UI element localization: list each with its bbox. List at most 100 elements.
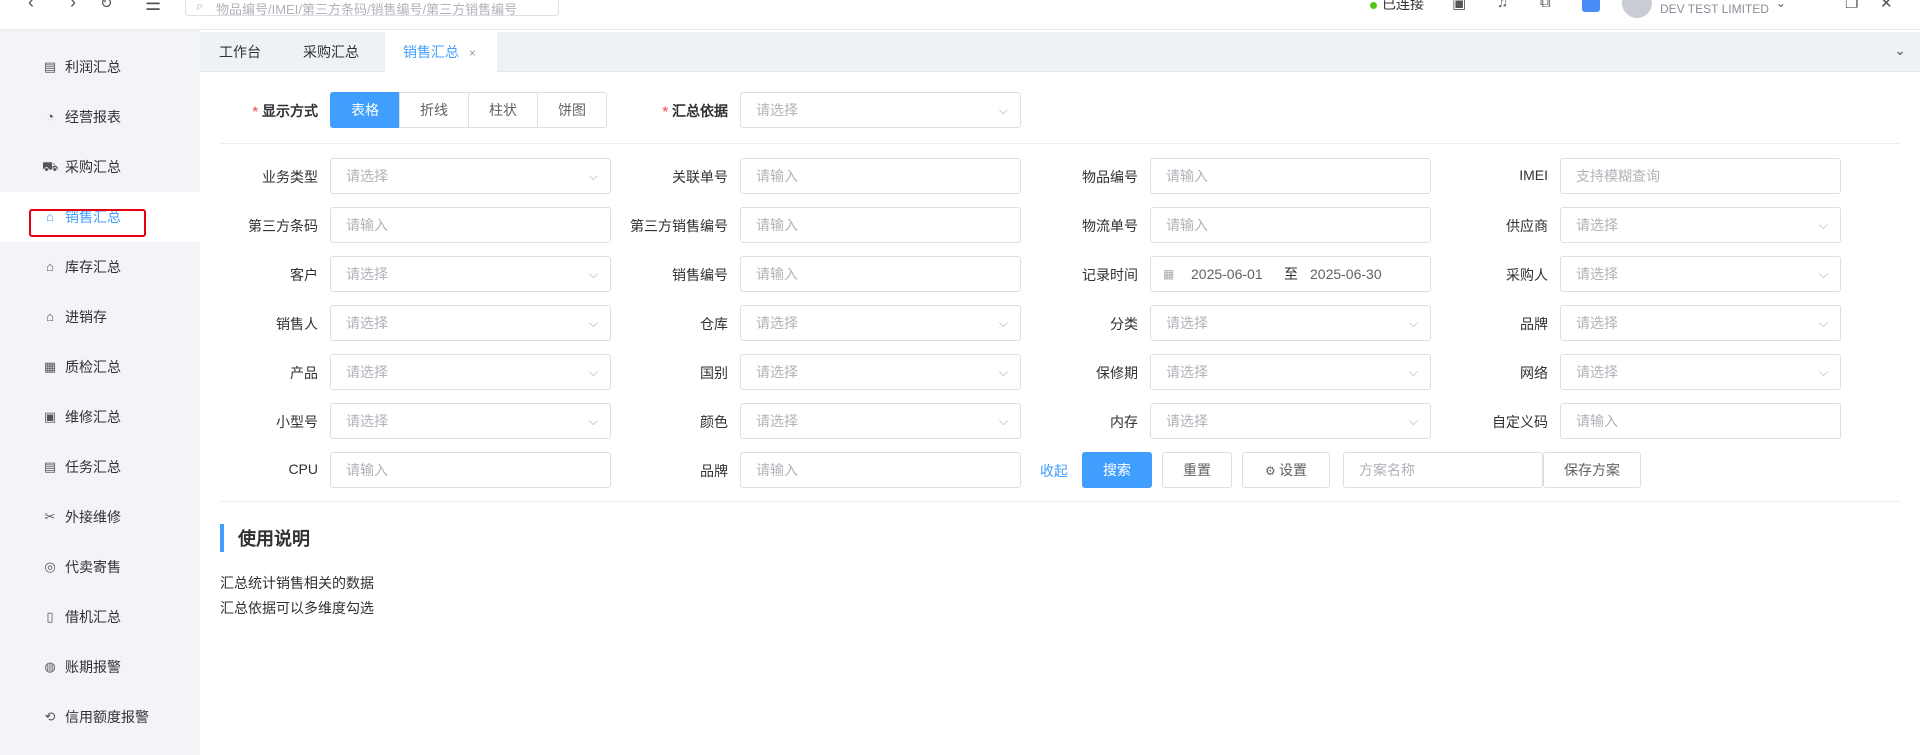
placeholder: 请选择: [346, 364, 388, 380]
filter-label: IMEI: [1519, 167, 1548, 183]
report-icon: ▤: [43, 59, 57, 74]
status-dot: [1370, 1, 1377, 9]
sidebar-item[interactable]: ▦ 质检汇总: [0, 342, 200, 392]
scheme-name-input[interactable]: 方案名称: [1343, 452, 1543, 488]
filter-input[interactable]: 请输入: [740, 256, 1021, 292]
sidebar-item[interactable]: ◔ 经营报表: [0, 92, 200, 142]
filter-label: 自定义码: [1492, 414, 1548, 430]
chevron-down-icon: ⌵: [1818, 218, 1828, 232]
sidebar-item[interactable]: ⛟ 采购汇总: [0, 142, 200, 192]
refresh-icon[interactable]: ↻: [100, 0, 113, 12]
filter-select[interactable]: 请选择 ⌵: [1150, 403, 1431, 439]
placeholder: 请输入: [1576, 413, 1618, 429]
filter-select[interactable]: 请选择 ⌵: [740, 403, 1021, 439]
filter-input[interactable]: 请输入: [740, 158, 1021, 194]
maximize-icon[interactable]: ❐: [1845, 0, 1858, 12]
cpu-input[interactable]: 请输入: [330, 452, 611, 488]
filter-select[interactable]: 请选择 ⌵: [1560, 354, 1841, 390]
reset-button[interactable]: 重置: [1162, 452, 1232, 488]
display-bar-button[interactable]: 柱状: [468, 92, 538, 128]
filter-select[interactable]: 请选择 ⌵: [330, 403, 611, 439]
sidebar-item[interactable]: ◍ 账期报警: [0, 642, 200, 692]
collapse-link[interactable]: 收起: [1040, 461, 1068, 481]
filter-input[interactable]: 支持模糊查询: [1560, 158, 1841, 194]
forward-icon[interactable]: ›: [70, 0, 76, 13]
tab-workbench[interactable]: 工作台: [201, 32, 279, 72]
chevron-down-icon: ⌵: [1818, 267, 1828, 281]
sidebar-item[interactable]: ◎ 代卖寄售: [0, 542, 200, 592]
close-icon[interactable]: ✕: [1880, 0, 1893, 12]
sidebar-item[interactable]: ✂ 外接维修: [0, 492, 200, 542]
sidebar-item-label: 采购汇总: [65, 159, 121, 175]
minimize-icon[interactable]: —: [1810, 0, 1825, 7]
filter-label: 产品: [290, 365, 318, 381]
tabs-chevron-down-icon[interactable]: ⌄: [1894, 42, 1906, 59]
sidebar-item[interactable]: ▤ 利润汇总: [0, 42, 200, 92]
filter-input[interactable]: 请输入: [1150, 158, 1431, 194]
copy-icon[interactable]: ⧉: [1540, 0, 1551, 11]
calendar-icon: ▦: [1163, 267, 1175, 281]
app-badge-icon[interactable]: [1582, 0, 1600, 12]
placeholder: 请输入: [756, 168, 798, 184]
placeholder: 支持模糊查询: [1576, 168, 1660, 184]
filter-input[interactable]: 请输入: [740, 207, 1021, 243]
filter-select[interactable]: 请选择 ⌵: [740, 305, 1021, 341]
display-line-button[interactable]: 折线: [399, 92, 469, 128]
filter-label: 关联单号: [672, 169, 728, 185]
filter-input[interactable]: 请输入: [1560, 403, 1841, 439]
menu-icon[interactable]: ☰: [145, 0, 161, 15]
filter-select[interactable]: 请选择 ⌵: [1150, 354, 1431, 390]
chevron-down-icon: ⌵: [588, 414, 598, 428]
filter-label: 国别: [700, 365, 728, 381]
filter-input[interactable]: 请输入: [330, 207, 611, 243]
filter-select[interactable]: 请选择 ⌵: [1560, 256, 1841, 292]
summary-basis-select[interactable]: 请选择 ⌵: [740, 92, 1021, 128]
placeholder: 请选择: [756, 364, 798, 380]
settings-button[interactable]: ⚙ 设置: [1242, 452, 1330, 488]
filter-input[interactable]: 请输入: [1150, 207, 1431, 243]
brand-text-input[interactable]: 请输入: [740, 452, 1021, 488]
credit-icon: ⟲: [44, 709, 56, 724]
filter-select[interactable]: 请选择 ⌵: [330, 158, 611, 194]
search-button[interactable]: 搜索: [1082, 452, 1152, 488]
connection-status: 已连接: [1370, 0, 1424, 14]
home-icon: ⌂: [46, 259, 54, 274]
display-pie-button[interactable]: 饼图: [537, 92, 607, 128]
chevron-down-icon[interactable]: ⌄: [1776, 0, 1786, 10]
filter-select[interactable]: 请选择 ⌵: [740, 354, 1021, 390]
money-icon: ◍: [44, 659, 56, 674]
tab-sales-summary[interactable]: 销售汇总 ×: [385, 32, 497, 72]
date-range-picker[interactable]: ▦ 2025-06-01 至 2025-06-30: [1150, 256, 1431, 292]
save-scheme-button[interactable]: 保存方案: [1543, 452, 1641, 488]
filter-label: 第三方销售编号: [630, 218, 728, 234]
bell-icon[interactable]: ♫: [1497, 0, 1508, 11]
filter-label: 颜色: [700, 414, 728, 430]
gallery-icon[interactable]: ▣: [1452, 0, 1466, 12]
display-table-button[interactable]: 表格: [330, 92, 400, 128]
back-icon[interactable]: ‹: [28, 0, 34, 13]
sidebar-item[interactable]: ▯ 借机汇总: [0, 592, 200, 642]
cpu-label: CPU: [288, 461, 318, 477]
filter-select[interactable]: 请选择 ⌵: [1560, 305, 1841, 341]
sidebar-item-label: 外接维修: [65, 509, 121, 525]
filter-label: 销售人: [276, 316, 318, 332]
filter-select[interactable]: 请选择 ⌵: [1560, 207, 1841, 243]
filter-select[interactable]: 请选择 ⌵: [330, 305, 611, 341]
filter-select[interactable]: 请选择 ⌵: [330, 354, 611, 390]
tab-close-icon[interactable]: ×: [469, 46, 476, 60]
placeholder: 请选择: [1576, 315, 1618, 331]
tab-purchase-summary[interactable]: 采购汇总: [285, 32, 377, 72]
consign-icon: ◎: [44, 559, 56, 574]
filter-label: 小型号: [276, 414, 318, 430]
placeholder: 请选择: [346, 413, 388, 429]
sidebar-item[interactable]: ⌂ 进销存: [0, 292, 200, 342]
sidebar-item[interactable]: ⟲ 信用额度报警: [0, 692, 200, 742]
global-search-input[interactable]: ⌕ 物品编号/IMEI/第三方条码/销售编号/第三方销售编号: [185, 0, 559, 16]
company-name: DEV TEST LIMITED: [1660, 2, 1769, 16]
filter-select[interactable]: 请选择 ⌵: [1150, 305, 1431, 341]
sidebar-item[interactable]: ▣ 维修汇总: [0, 392, 200, 442]
avatar[interactable]: [1622, 0, 1652, 18]
sidebar-item[interactable]: ▤ 任务汇总: [0, 442, 200, 492]
sidebar-item[interactable]: ⌂ 库存汇总: [0, 242, 200, 292]
filter-select[interactable]: 请选择 ⌵: [330, 256, 611, 292]
